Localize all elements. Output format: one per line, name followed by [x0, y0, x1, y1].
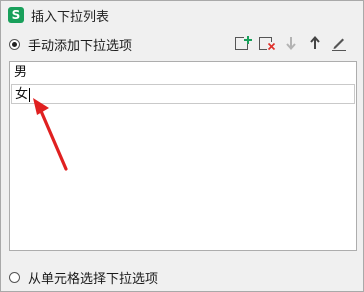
radio-checked-icon[interactable]: [9, 39, 20, 50]
app-logo-icon: S: [8, 7, 24, 23]
cell-options-radio[interactable]: 从单元格选择下拉选项: [9, 268, 158, 287]
edit-item-button[interactable]: [328, 33, 350, 53]
title-bar: S 插入下拉列表: [1, 1, 363, 29]
annotation-arrow-icon: [33, 98, 68, 171]
cell-options-label: 从单元格选择下拉选项: [28, 272, 159, 287]
move-down-icon: [286, 37, 296, 51]
list-item-text: 男: [14, 65, 28, 80]
delete-item-button[interactable]: [256, 33, 278, 53]
list-item[interactable]: 男: [11, 63, 355, 83]
insert-dropdown-dialog: S 插入下拉列表 手动添加下拉选项 男 女 从单元格选择下拉选项: [0, 0, 364, 292]
manual-options-label: 手动添加下拉选项: [28, 39, 133, 54]
add-item-icon: [235, 36, 252, 50]
move-down-button[interactable]: [280, 33, 302, 53]
delete-item-icon: [259, 37, 276, 51]
list-toolbar: [232, 33, 352, 53]
manual-options-radio[interactable]: 手动添加下拉选项: [9, 35, 132, 54]
edit-icon: [332, 38, 346, 51]
radio-unchecked-icon[interactable]: [9, 272, 20, 283]
add-item-button[interactable]: [232, 33, 254, 53]
move-up-button[interactable]: [304, 33, 326, 53]
move-up-icon: [310, 35, 320, 49]
list-item-text: 女: [15, 87, 29, 102]
dialog-title: 插入下拉列表: [31, 9, 110, 25]
